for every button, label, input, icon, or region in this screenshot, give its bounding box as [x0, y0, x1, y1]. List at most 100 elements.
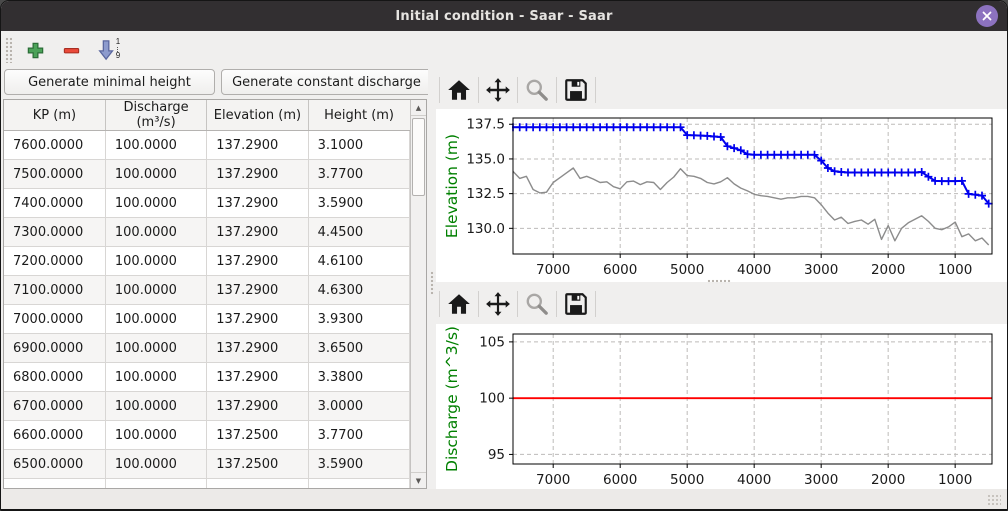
svg-text:135.0: 135.0 [466, 151, 505, 167]
generate-constant-discharge-button[interactable]: Generate constant discharge [221, 69, 432, 95]
svg-text:Elevation (m): Elevation (m) [443, 134, 461, 238]
discharge-chart-toolbar [435, 286, 1008, 322]
table-cell[interactable]: 7600.0000 [4, 131, 105, 160]
table-cell[interactable]: 100.0000 [105, 247, 206, 276]
table-cell[interactable]: 3.7700 [308, 421, 409, 450]
table-cell[interactable]: 3.5900 [308, 450, 409, 479]
initial-condition-table: KP (m)Discharge (m³/s)Elevation (m)Heigh… [3, 99, 427, 489]
table-cell[interactable]: 100.0000 [105, 334, 206, 363]
table-cell[interactable]: 7300.0000 [4, 218, 105, 247]
remove-row-button[interactable] [58, 37, 84, 63]
table-cell[interactable]: 6800.0000 [4, 363, 105, 392]
table-cell[interactable] [308, 479, 409, 490]
save-icon [563, 291, 589, 317]
table-cell[interactable]: 137.2900 [207, 189, 308, 218]
table-cell[interactable]: 3.5900 [308, 189, 409, 218]
table-cell[interactable]: 7400.0000 [4, 189, 105, 218]
table-cell[interactable]: 3.9300 [308, 305, 409, 334]
column-header[interactable]: Discharge (m³/s) [105, 100, 206, 131]
table-cell[interactable]: 137.2900 [207, 160, 308, 189]
sort-rows-button[interactable]: 1 9 [94, 37, 120, 63]
table-cell[interactable]: 100.0000 [105, 392, 206, 421]
pan-button[interactable] [483, 289, 513, 319]
table-cell[interactable]: 137.2900 [207, 305, 308, 334]
table-cell[interactable]: 137.2900 [207, 334, 308, 363]
close-button[interactable] [976, 5, 998, 27]
table-cell[interactable]: 3.0000 [308, 392, 409, 421]
add-row-button[interactable] [22, 37, 48, 63]
svg-text:2000: 2000 [871, 472, 905, 488]
elevation-chart[interactable]: 7000600050004000300020001000137.5135.013… [436, 109, 1007, 282]
table-cell[interactable]: 100.0000 [105, 189, 206, 218]
titlebar[interactable]: Initial condition - Saar - Saar [1, 1, 1007, 31]
table-scrollbar[interactable]: ▲ ▼ [410, 100, 426, 488]
table-cell[interactable]: 4.4500 [308, 218, 409, 247]
table-cell[interactable]: 137.2900 [207, 392, 308, 421]
discharge-chart[interactable]: 700060005000400030002000100010510095Disc… [436, 324, 1007, 489]
table-row: 6600.0000100.0000137.25003.7700 [4, 421, 410, 450]
table-row [4, 479, 410, 490]
table-cell[interactable]: 100.0000 [105, 276, 206, 305]
table-cell[interactable]: 4.6300 [308, 276, 409, 305]
table-cell[interactable]: 3.1000 [308, 131, 409, 160]
table-cell[interactable]: 137.2900 [207, 363, 308, 392]
svg-text:3000: 3000 [804, 262, 838, 278]
table-cell[interactable]: 7100.0000 [4, 276, 105, 305]
elevation-figure[interactable]: 7000600050004000300020001000137.5135.013… [436, 109, 1007, 282]
table-cell[interactable]: 100.0000 [105, 363, 206, 392]
column-header[interactable]: Elevation (m) [207, 100, 308, 131]
table-cell[interactable]: 100.0000 [105, 305, 206, 334]
column-header[interactable]: Height (m) [308, 100, 409, 131]
scrollbar-thumb[interactable] [412, 118, 425, 196]
table-cell[interactable]: 100.0000 [105, 131, 206, 160]
table-cell[interactable]: 100.0000 [105, 160, 206, 189]
table-cell[interactable]: 137.2900 [207, 276, 308, 305]
table-row: 7500.0000100.0000137.29003.7700 [4, 160, 410, 189]
svg-text:105: 105 [479, 334, 505, 350]
table-cell[interactable]: 137.2500 [207, 450, 308, 479]
table-cell[interactable]: 100.0000 [105, 421, 206, 450]
table-cell[interactable]: 137.2900 [207, 247, 308, 276]
discharge-figure[interactable]: 700060005000400030002000100010510095Disc… [436, 324, 1007, 489]
svg-text:132.5: 132.5 [466, 186, 505, 202]
table-cell[interactable]: 137.2500 [207, 421, 308, 450]
home-button[interactable] [444, 289, 474, 319]
table-cell[interactable]: 7500.0000 [4, 160, 105, 189]
svg-text:6000: 6000 [603, 472, 637, 488]
svg-text:4000: 4000 [737, 472, 771, 488]
zoom-button[interactable] [522, 289, 552, 319]
table-cell[interactable]: 3.3800 [308, 363, 409, 392]
table-cell[interactable]: 137.2900 [207, 131, 308, 160]
table-row: 6500.0000100.0000137.25003.5900 [4, 450, 410, 479]
scroll-up-icon[interactable]: ▲ [411, 100, 426, 116]
save-button[interactable] [561, 75, 591, 105]
pan-button[interactable] [483, 75, 513, 105]
table-cell[interactable] [207, 479, 308, 490]
table-cell[interactable]: 100.0000 [105, 450, 206, 479]
table-cell[interactable]: 6600.0000 [4, 421, 105, 450]
close-icon [981, 10, 993, 22]
scroll-down-icon[interactable]: ▼ [411, 472, 426, 488]
save-icon [563, 77, 589, 103]
table-cell[interactable]: 137.2900 [207, 218, 308, 247]
table-cell[interactable]: 3.6500 [308, 334, 409, 363]
table-cell[interactable]: 6900.0000 [4, 334, 105, 363]
table-cell[interactable]: 7200.0000 [4, 247, 105, 276]
zoom-button[interactable] [522, 75, 552, 105]
generate-minimal-height-button[interactable]: Generate minimal height [4, 69, 215, 95]
home-button[interactable] [444, 75, 474, 105]
table-row: 7600.0000100.0000137.29003.1000 [4, 131, 410, 160]
resize-grip[interactable] [987, 494, 1001, 506]
table-cell[interactable]: 6700.0000 [4, 392, 105, 421]
chart-splitter[interactable] [707, 279, 731, 284]
table-cell[interactable]: 4.6100 [308, 247, 409, 276]
table-cell[interactable] [4, 479, 105, 490]
column-header[interactable]: KP (m) [4, 100, 105, 131]
table-cell[interactable]: 3.7700 [308, 160, 409, 189]
table-cell[interactable]: 100.0000 [105, 218, 206, 247]
table-cell[interactable] [105, 479, 206, 490]
save-button[interactable] [561, 289, 591, 319]
table-cell[interactable]: 7000.0000 [4, 305, 105, 334]
toolbar-grip[interactable] [5, 37, 12, 63]
table-cell[interactable]: 6500.0000 [4, 450, 105, 479]
